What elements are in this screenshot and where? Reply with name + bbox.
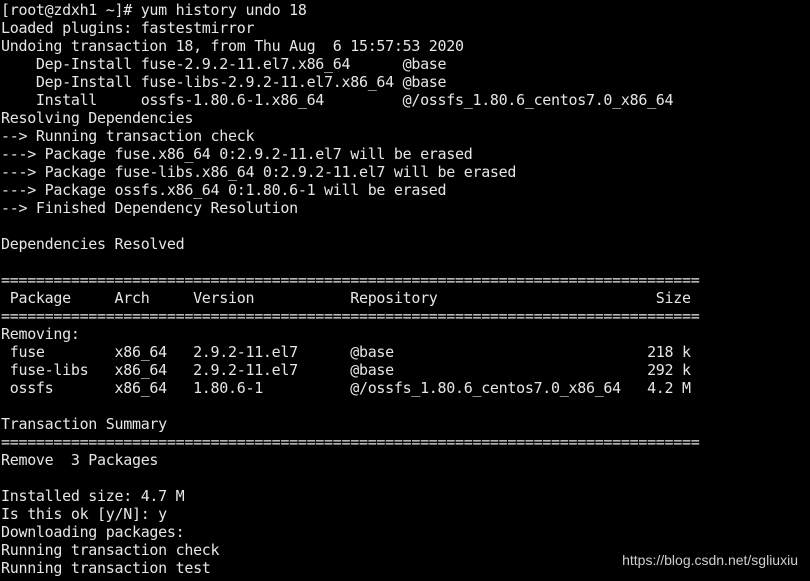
terminal-line: ---> Package fuse-libs.x86_64 0:2.9.2-11…: [1, 163, 517, 181]
terminal-line: Loaded plugins: fastestmirror: [1, 19, 255, 37]
table-header: Package Arch Version Repository Size: [1, 289, 691, 307]
terminal-line: Undoing transaction 18, from Thu Aug 6 1…: [1, 37, 464, 55]
table-divider: ========================================…: [1, 307, 700, 325]
terminal-output[interactable]: [root@zdxh1 ~]# yum history undo 18 Load…: [1, 1, 809, 581]
terminal-line: --> Finished Dependency Resolution: [1, 199, 298, 217]
terminal-line: --> Running transaction check: [1, 127, 255, 145]
terminal-line: ---> Package fuse.x86_64 0:2.9.2-11.el7 …: [1, 145, 473, 163]
table-row: fuse-libs x86_64 2.9.2-11.el7 @base 292 …: [1, 361, 691, 379]
table-divider: ========================================…: [1, 433, 700, 451]
terminal-line: Removing:: [1, 325, 80, 343]
watermark: https://blog.csdn.net/sgliuxiu: [622, 552, 798, 568]
table-row: ossfs x86_64 1.80.6-1 @/ossfs_1.80.6_cen…: [1, 379, 691, 397]
terminal-line: Dep-Install fuse-2.9.2-11.el7.x86_64 @ba…: [1, 55, 447, 73]
terminal-line: Dependencies Resolved: [1, 235, 185, 253]
terminal-line: Dep-Install fuse-libs-2.9.2-11.el7.x86_6…: [1, 73, 447, 91]
terminal-line: Remove 3 Packages: [1, 451, 159, 469]
table-divider: ========================================…: [1, 271, 700, 289]
terminal-line: Downloading packages:: [1, 523, 185, 541]
terminal-line: ---> Package ossfs.x86_64 0:1.80.6-1 wil…: [1, 181, 447, 199]
terminal-line: Installed size: 4.7 M: [1, 487, 185, 505]
table-row: fuse x86_64 2.9.2-11.el7 @base 218 k: [1, 343, 691, 361]
terminal-line: Transaction Summary: [1, 415, 167, 433]
terminal-line: [root@zdxh1 ~]# yum history undo 18: [1, 1, 307, 19]
terminal-line: Is this ok [y/N]: y: [1, 505, 167, 523]
terminal-line: Install ossfs-1.80.6-1.x86_64 @/ossfs_1.…: [1, 91, 674, 109]
terminal-line: Resolving Dependencies: [1, 109, 194, 127]
